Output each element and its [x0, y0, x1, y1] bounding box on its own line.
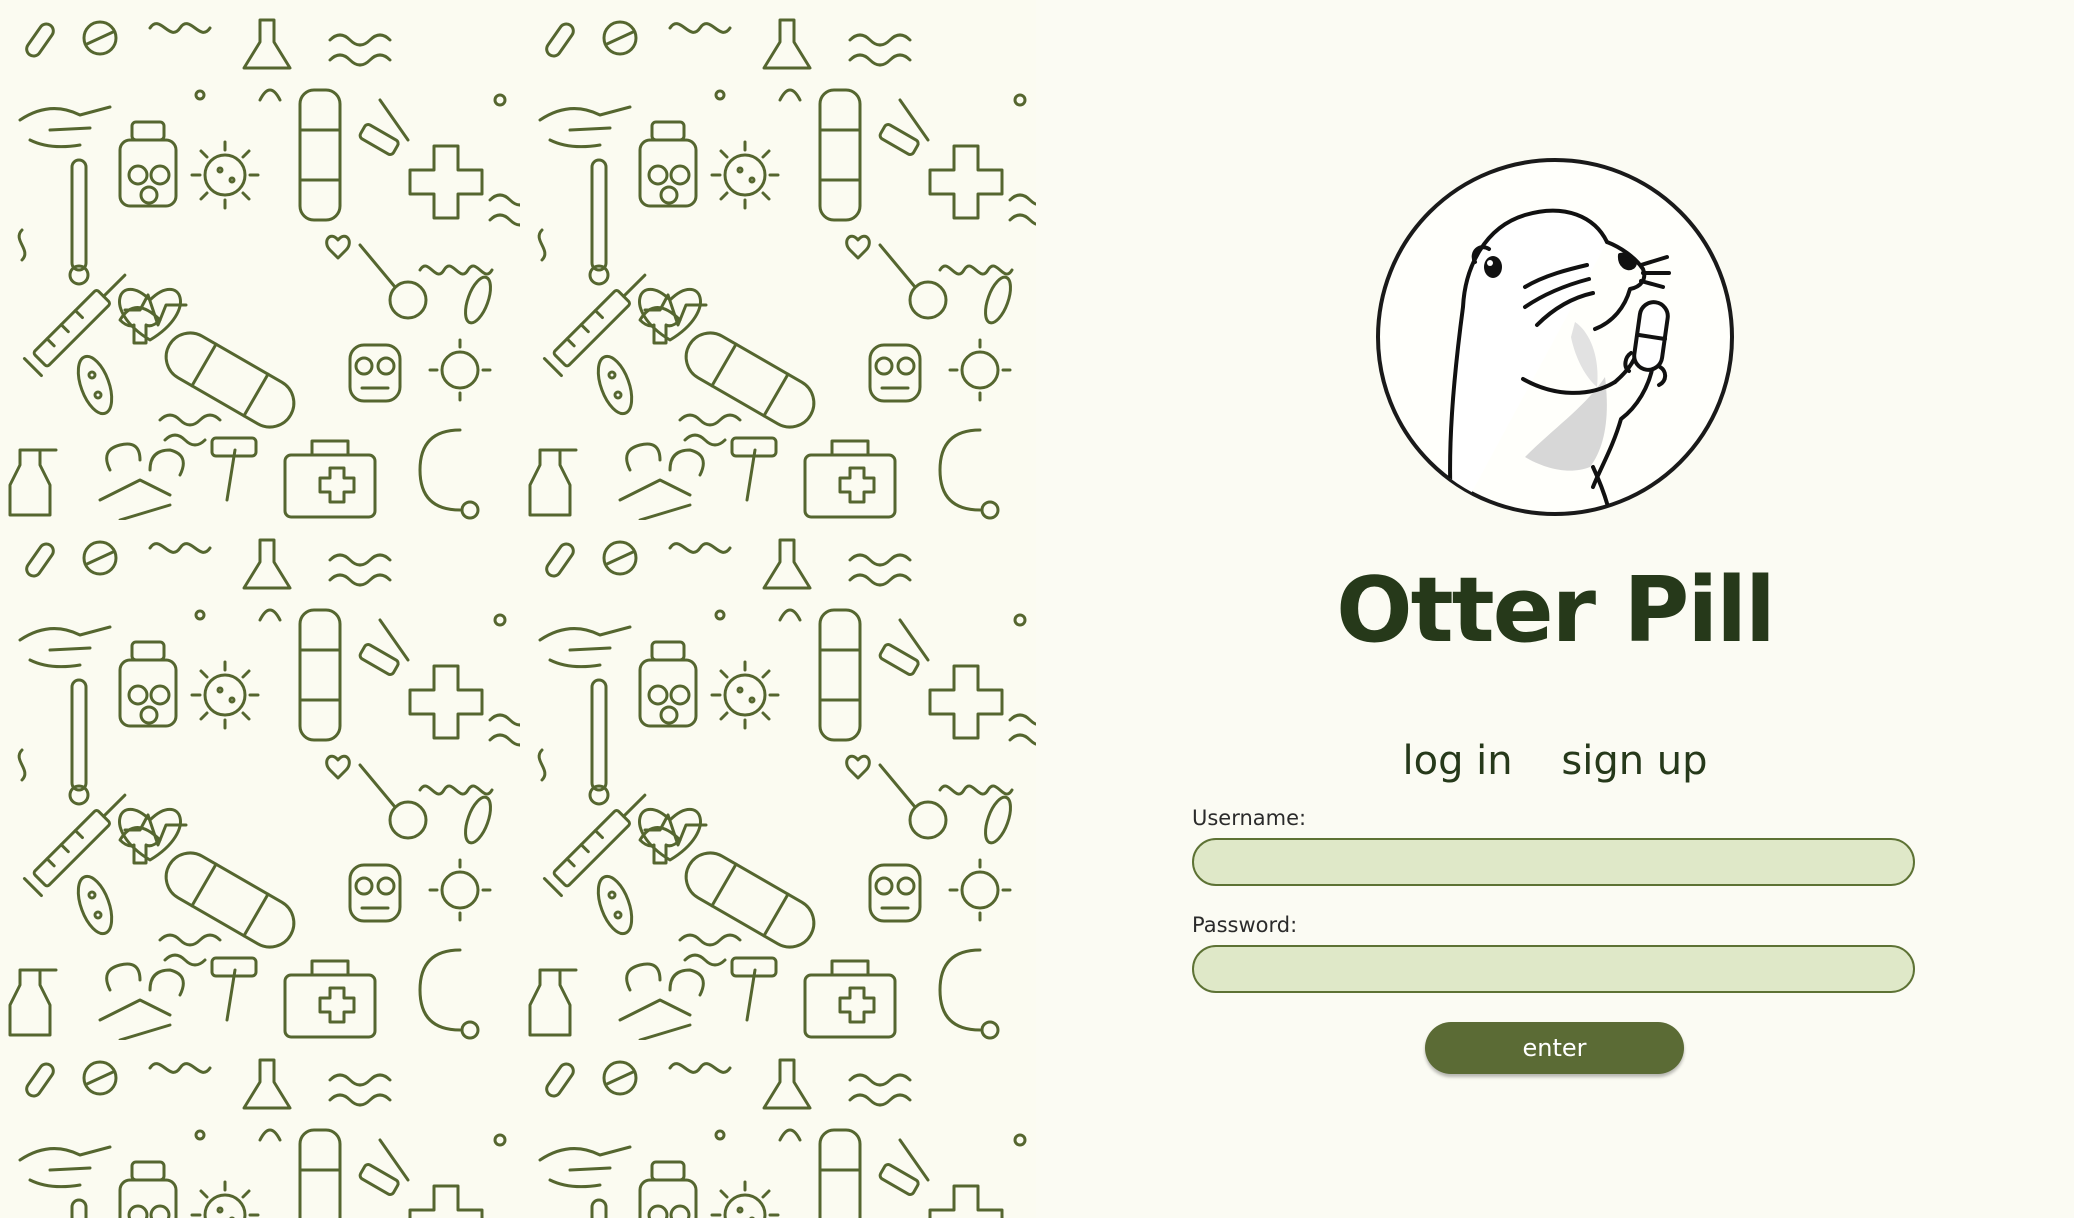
password-field[interactable]	[1192, 945, 1915, 993]
tab-log-in[interactable]: log in	[1402, 738, 1512, 784]
auth-tabs: log in sign up	[1036, 738, 2074, 784]
username-field[interactable]	[1192, 838, 1915, 886]
doodle-pattern-icon	[0, 0, 1036, 1218]
password-label: Password:	[1192, 913, 1298, 937]
otter-holding-pill-logo-icon	[1375, 157, 1735, 517]
login-panel: Otter Pill log in sign up Username: Pass…	[1036, 0, 2074, 1218]
medical-doodle-pattern-background	[0, 0, 1036, 1218]
app-title: Otter Pill	[1336, 558, 1776, 663]
tab-sign-up[interactable]: sign up	[1561, 738, 1707, 784]
username-label: Username:	[1192, 806, 1307, 830]
enter-button[interactable]: enter	[1425, 1022, 1684, 1074]
